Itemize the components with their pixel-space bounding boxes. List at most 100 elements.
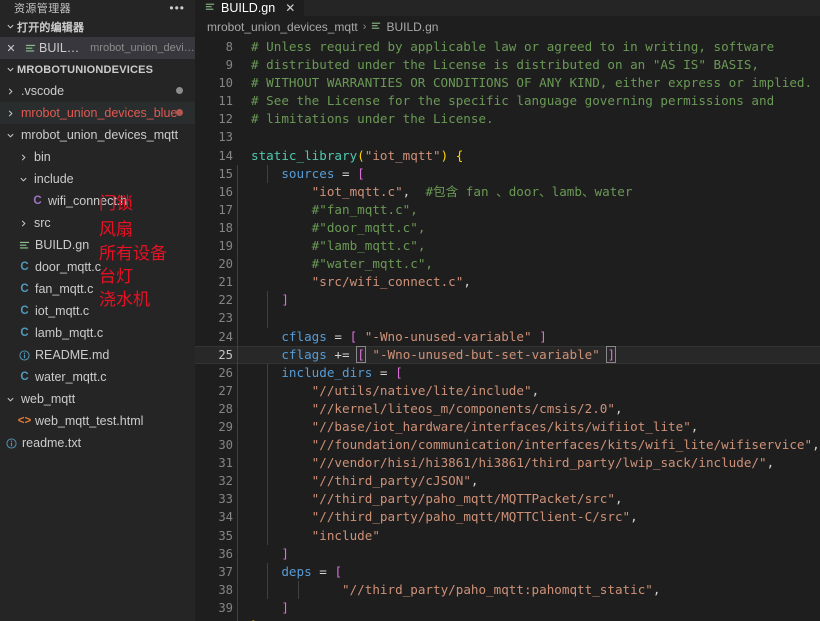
- indent-guide: [267, 364, 268, 545]
- line-number: 29: [195, 418, 251, 436]
- code-line[interactable]: 40}: [195, 617, 820, 621]
- tree-folder-include[interactable]: include: [0, 168, 195, 190]
- code-line[interactable]: 29 "//base/iot_hardware/interfaces/kits/…: [195, 418, 820, 436]
- code-line[interactable]: 38 "//third_party/paho_mqtt:pahomqtt_sta…: [195, 581, 820, 599]
- code-line[interactable]: 36 ]: [195, 545, 820, 563]
- code-line[interactable]: 11# See the License for the specific lan…: [195, 92, 820, 110]
- code-content: #"door_mqtt.c",: [251, 219, 425, 237]
- ellipsis-icon[interactable]: •••: [169, 3, 185, 13]
- code-line[interactable]: 39 ]: [195, 599, 820, 617]
- tree-file-web-mqtt-test-html[interactable]: <>web_mqtt_test.html: [0, 410, 195, 432]
- code-token: ,: [653, 582, 661, 597]
- line-number: 11: [195, 92, 251, 110]
- code-token: [448, 148, 456, 163]
- code-token: "include": [312, 528, 380, 543]
- code-line[interactable]: 8# Unless required by applicable law or …: [195, 38, 820, 56]
- html-file-icon: <>: [16, 415, 33, 427]
- code-token: ]: [281, 292, 289, 307]
- code-line[interactable]: 22 ]: [195, 291, 820, 309]
- code-line[interactable]: 9# distributed under the License is dist…: [195, 56, 820, 74]
- workspace-section-header[interactable]: MROBOTUNIONDEVICES: [0, 59, 195, 80]
- tree-folder-bin[interactable]: bin: [0, 146, 195, 168]
- tree-file-readme-md[interactable]: README.md: [0, 344, 195, 366]
- tree-file-readme-txt[interactable]: readme.txt: [0, 432, 195, 454]
- chevron-right-icon: [16, 153, 30, 162]
- code-token: # WITHOUT WARRANTIES OR CONDITIONS OF AN…: [251, 75, 812, 90]
- tree-folder-src[interactable]: src: [0, 212, 195, 234]
- open-editor-item-build-gn[interactable]: ✕ BUILD.gn mrobot_union_devices_...: [0, 37, 195, 59]
- code-line[interactable]: 23: [195, 309, 820, 327]
- code-line[interactable]: 34 "//third_party/paho_mqtt/MQTTClient-C…: [195, 508, 820, 526]
- tab-build-gn[interactable]: BUILD.gn ✕: [195, 0, 304, 16]
- line-number: 17: [195, 201, 251, 219]
- breadcrumb-file[interactable]: BUILD.gn: [386, 20, 438, 34]
- code-line[interactable]: 18 #"door_mqtt.c",: [195, 219, 820, 237]
- line-number: 32: [195, 472, 251, 490]
- tree-file-lamb-mqtt-c[interactable]: Clamb_mqtt.c: [0, 322, 195, 344]
- tree-file-build-gn[interactable]: BUILD.gn: [0, 234, 195, 256]
- code-token: ]: [281, 546, 289, 561]
- code-token: [251, 347, 281, 362]
- info-file-icon: [3, 438, 20, 449]
- code-content: # WITHOUT WARRANTIES OR CONDITIONS OF AN…: [251, 74, 812, 92]
- code-token: ,: [767, 455, 775, 470]
- code-token: "//third_party/paho_mqtt/MQTTClient-C/sr…: [312, 509, 630, 524]
- gn-file-icon: [22, 43, 39, 54]
- tree-folder--vscode[interactable]: .vscode: [0, 80, 195, 102]
- code-line[interactable]: 31 "//vendor/hisi/hi3861/hi3861/third_pa…: [195, 454, 820, 472]
- line-number: 18: [195, 219, 251, 237]
- code-token: [251, 184, 312, 199]
- open-editors-section-header[interactable]: 打开的编辑器: [0, 16, 195, 37]
- code-editor[interactable]: 8# Unless required by applicable law or …: [195, 38, 820, 621]
- code-line[interactable]: 35 "include": [195, 527, 820, 545]
- tree-file-fan-mqtt-c[interactable]: Cfan_mqtt.c: [0, 278, 195, 300]
- tree-file-iot-mqtt-c[interactable]: Ciot_mqtt.c: [0, 300, 195, 322]
- code-content: "src/wifi_connect.c",: [251, 273, 471, 291]
- code-line[interactable]: 19 #"lamb_mqtt.c",: [195, 237, 820, 255]
- line-number: 21: [195, 273, 251, 291]
- tree-file-door-mqtt-c[interactable]: Cdoor_mqtt.c: [0, 256, 195, 278]
- line-number: 27: [195, 382, 251, 400]
- code-line[interactable]: 14static_library("iot_mqtt") {: [195, 147, 820, 165]
- gn-file-icon: [205, 2, 215, 15]
- tree-item-label: bin: [34, 150, 51, 164]
- code-line[interactable]: 26 include_dirs = [: [195, 364, 820, 382]
- code-line[interactable]: 30 "//foundation/communication/interface…: [195, 436, 820, 454]
- code-token: #包含 fan 、door、lamb、water: [425, 184, 632, 199]
- code-line[interactable]: 12# limitations under the License.: [195, 110, 820, 128]
- code-line[interactable]: 10# WITHOUT WARRANTIES OR CONDITIONS OF …: [195, 74, 820, 92]
- tree-folder-mrobot-union-devices-blue[interactable]: mrobot_union_devices_blue: [0, 102, 195, 124]
- close-icon[interactable]: ✕: [285, 1, 295, 15]
- indent-guide: [267, 563, 268, 599]
- code-line[interactable]: 24 cflags = [ "-Wno-unused-variable" ]: [195, 328, 820, 346]
- code-line[interactable]: 27 "//utils/native/lite/include",: [195, 382, 820, 400]
- tree-folder-mrobot-union-devices-mqtt[interactable]: mrobot_union_devices_mqtt: [0, 124, 195, 146]
- code-line[interactable]: 17 #"fan_mqtt.c",: [195, 201, 820, 219]
- c-file-icon: C: [16, 261, 33, 273]
- close-icon[interactable]: ✕: [0, 42, 22, 55]
- code-line[interactable]: 32 "//third_party/cJSON",: [195, 472, 820, 490]
- code-line[interactable]: 16 "iot_mqtt.c", #包含 fan 、door、lamb、wate…: [195, 183, 820, 201]
- breadcrumb-folder[interactable]: mrobot_union_devices_mqtt: [207, 20, 358, 34]
- code-line[interactable]: 21 "src/wifi_connect.c",: [195, 273, 820, 291]
- chevron-down-icon: [3, 131, 17, 140]
- code-content: }: [251, 617, 259, 621]
- tree-file-water-mqtt-c[interactable]: Cwater_mqtt.c: [0, 366, 195, 388]
- line-number: 20: [195, 255, 251, 273]
- code-line[interactable]: 33 "//third_party/paho_mqtt/MQTTPacket/s…: [195, 490, 820, 508]
- code-line[interactable]: 20 #"water_mqtt.c",: [195, 255, 820, 273]
- code-line[interactable]: 25 cflags += [ "-Wno-unused-but-set-vari…: [195, 346, 820, 364]
- code-token: "-Wno-unused-variable": [365, 329, 532, 344]
- code-token: "//third_party/paho_mqtt:pahomqtt_static…: [342, 582, 653, 597]
- code-token: "//vendor/hisi/hi3861/hi3861/third_party…: [312, 455, 767, 470]
- code-line[interactable]: 13: [195, 128, 820, 146]
- code-line[interactable]: 37 deps = [: [195, 563, 820, 581]
- code-content: cflags = [ "-Wno-unused-variable" ]: [251, 328, 547, 346]
- code-line[interactable]: 15 sources = [: [195, 165, 820, 183]
- tree-file-wifi-connect-h[interactable]: Cwifi_connect.h: [0, 190, 195, 212]
- code-token: [251, 329, 281, 344]
- line-number: 15: [195, 165, 251, 183]
- code-line[interactable]: 28 "//kernel/liteos_m/components/cmsis/2…: [195, 400, 820, 418]
- chevron-right-icon: [16, 219, 30, 228]
- tree-folder-web-mqtt[interactable]: web_mqtt: [0, 388, 195, 410]
